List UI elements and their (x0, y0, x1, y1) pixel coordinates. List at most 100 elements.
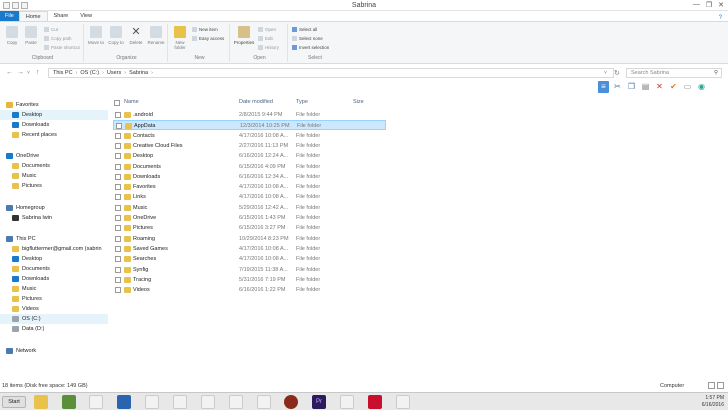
nav-homegroup-user[interactable]: Sabrina lwin (0, 213, 108, 223)
row-checkbox[interactable] (115, 266, 121, 273)
document-icon[interactable] (89, 395, 103, 409)
address-dropdown-button[interactable]: ˅ (604, 70, 607, 76)
nav-onedrive-music[interactable]: Music (0, 171, 108, 181)
table-row[interactable]: Creative Cloud Files 2/27/2016 11:13 PM Fi… (113, 141, 387, 151)
row-checkbox[interactable] (115, 215, 121, 221)
table-row[interactable]: Videos 6/16/2016 1:22 PM File folder (113, 285, 387, 295)
check-icon[interactable]: ✔ (668, 81, 679, 93)
nav-data-d[interactable]: Data (D:) (0, 324, 108, 334)
nav-pc-desktop[interactable]: Desktop (0, 254, 108, 264)
nav-desktop[interactable]: Desktop (0, 110, 108, 120)
table-row[interactable]: AppData 12/3/2014 10:25 PM File folder (113, 120, 386, 131)
move-to-button[interactable]: Move to (87, 26, 105, 45)
close-button[interactable]: ✕ (718, 1, 724, 9)
nav-favorites[interactable]: Favorites (6, 100, 114, 110)
tab-home[interactable]: Home (18, 11, 48, 21)
document-icon[interactable] (173, 395, 187, 409)
refresh-button[interactable]: ↻ (614, 69, 620, 77)
search-icon[interactable]: ⚲ (714, 69, 718, 77)
tab-file[interactable]: File (0, 11, 19, 21)
table-row[interactable]: .android 2/8/2015 9:44 PM File folder (113, 110, 387, 120)
nav-network[interactable]: Network (6, 346, 114, 356)
help-icon[interactable]: ? (719, 15, 722, 21)
delete-button[interactable]: ✕ Delete (127, 26, 145, 45)
forward-button[interactable]: → (17, 69, 24, 76)
nav-downloads[interactable]: Downloads (0, 120, 108, 130)
cut-icon[interactable]: ✂ (612, 81, 623, 93)
table-row[interactable]: Contacts 4/17/2016 10:08 A... File folder (113, 131, 387, 141)
column-name[interactable]: Name (124, 99, 139, 105)
row-checkbox[interactable] (115, 112, 121, 118)
document-icon[interactable] (257, 395, 271, 409)
maximize-button[interactable]: ❐ (706, 1, 712, 9)
copy-path-button[interactable]: Copy path (44, 36, 72, 42)
document-icon[interactable] (201, 395, 215, 409)
file-explorer-icon[interactable] (34, 395, 48, 409)
nav-account-folder[interactable]: bigfluttermer@gmail.com (sabrin (0, 244, 108, 254)
column-size[interactable]: Size (353, 99, 364, 105)
window-icon[interactable]: ▭ (682, 81, 693, 93)
table-row[interactable]: OneDrive 6/15/2016 1:43 PM File folder (113, 213, 387, 223)
row-checkbox[interactable] (115, 142, 121, 149)
breadcrumb-users[interactable]: Users (107, 70, 121, 76)
rename-button[interactable]: Rename (147, 26, 165, 45)
select-none-button[interactable]: Select none (292, 36, 323, 42)
large-icons-view-icon[interactable] (717, 382, 724, 389)
table-row[interactable]: Synfig 7/19/2015 11:38 A... File folder (113, 265, 387, 275)
row-checkbox[interactable] (116, 123, 122, 130)
table-row[interactable]: Documents 6/15/2016 4:09 PM File folder (113, 162, 387, 172)
row-checkbox[interactable] (115, 184, 121, 191)
copy-to-button[interactable]: Copy to (107, 26, 125, 45)
row-checkbox[interactable] (115, 153, 121, 160)
copy-icon[interactable]: ❐ (626, 81, 637, 93)
search-box[interactable]: Search Sabrina ⚲ (626, 68, 722, 78)
select-all-button[interactable]: Select all (292, 27, 317, 33)
column-date-modified[interactable]: Date modified (239, 99, 273, 105)
start-button[interactable]: Start (2, 396, 26, 408)
nav-onedrive[interactable]: OneDrive (6, 151, 114, 161)
table-row[interactable]: Music 5/29/2016 12:42 A... File folder (113, 203, 387, 213)
row-checkbox[interactable] (115, 256, 121, 263)
table-row[interactable]: Favorites 4/17/2016 10:08 A... File folder (113, 182, 387, 192)
row-checkbox[interactable] (115, 245, 121, 252)
nav-onedrive-documents[interactable]: Documents (0, 161, 108, 171)
document-icon[interactable] (340, 395, 354, 409)
table-row[interactable]: Saved Games 4/17/2016 10:08 A... File fold… (113, 244, 387, 254)
back-button[interactable]: ← (6, 69, 13, 76)
breadcrumb-sabrina[interactable]: Sabrina (129, 70, 148, 76)
nav-pc-documents[interactable]: Documents (0, 264, 108, 274)
details-view-icon[interactable] (708, 382, 715, 389)
view-icon[interactable]: ≡ (598, 81, 609, 93)
row-checkbox[interactable] (115, 204, 121, 211)
easy-access-button[interactable]: Easy access (192, 36, 224, 42)
table-row[interactable]: Downloads 6/16/2016 12:34 A... File folder (113, 172, 387, 182)
breadcrumb-this-pc[interactable]: This PC (53, 70, 73, 76)
globe-icon[interactable]: ◉ (696, 81, 707, 93)
new-item-button[interactable]: New item (192, 27, 218, 33)
nav-pc-downloads[interactable]: Downloads (0, 274, 108, 284)
row-checkbox[interactable] (115, 194, 121, 201)
row-checkbox[interactable] (115, 163, 121, 170)
nav-os-c[interactable]: OS (C:) (0, 314, 108, 324)
table-row[interactable]: Links 4/17/2016 10:08 A... File folder (113, 192, 387, 202)
app-icon[interactable] (284, 395, 298, 409)
row-checkbox[interactable] (115, 276, 121, 283)
select-all-checkbox[interactable] (114, 100, 120, 106)
store-icon[interactable] (117, 395, 131, 409)
document-icon[interactable] (229, 395, 243, 409)
table-row[interactable]: Searches 4/17/2016 10:08 A... File folder (113, 254, 387, 264)
minecraft-icon[interactable] (62, 395, 76, 409)
invert-selection-button[interactable]: Invert selection (292, 45, 329, 51)
recent-locations-button[interactable]: ˅ (27, 70, 30, 76)
minimize-button[interactable]: — (693, 1, 700, 9)
table-row[interactable]: Pictures 6/15/2016 3:27 PM File folder (113, 223, 387, 233)
nav-this-pc[interactable]: This PC (6, 234, 114, 244)
row-checkbox[interactable] (115, 225, 121, 232)
breadcrumb-os-c[interactable]: OS (C:) (80, 70, 99, 76)
document-icon[interactable] (145, 395, 159, 409)
paste-shortcut-button[interactable]: Paste shortcut (44, 45, 80, 51)
tab-view[interactable]: View (74, 11, 98, 21)
cut-button[interactable]: Cut (44, 27, 58, 33)
nav-onedrive-pictures[interactable]: Pictures (0, 181, 108, 191)
nav-pc-videos[interactable]: Videos (0, 304, 108, 314)
